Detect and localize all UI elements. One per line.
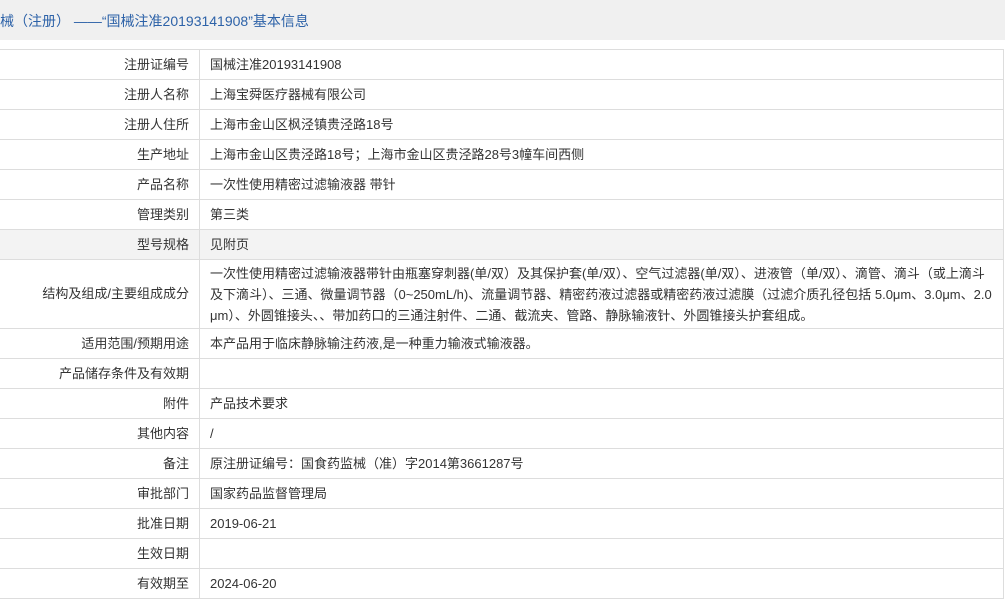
approval-department-label: 审批部门: [0, 479, 200, 508]
page-header: 械（注册） ——“国械注准20193141908”基本信息: [0, 0, 1005, 40]
row-approval-department: 审批部门 国家药品监督管理局: [0, 479, 1003, 509]
row-registration-number: 注册证编号 国械注准20193141908: [0, 50, 1003, 80]
row-storage-validity: 产品储存条件及有效期: [0, 359, 1003, 389]
row-management-category: 管理类别 第三类: [0, 200, 1003, 230]
management-category-value: 第三类: [210, 207, 250, 222]
registration-number-value: 国械注准20193141908: [210, 57, 342, 72]
intended-use-label: 适用范围/预期用途: [0, 329, 200, 358]
row-product-name: 产品名称 一次性使用精密过滤输液器 带针: [0, 170, 1003, 200]
registrant-name-label: 注册人名称: [0, 80, 200, 109]
registrant-name-value: 上海宝舜医疗器械有限公司: [210, 87, 367, 102]
page-title: 械（注册） ——“国械注准20193141908”基本信息: [0, 13, 309, 29]
other-content-label: 其他内容: [0, 419, 200, 448]
approval-date-value: 2019-06-21: [210, 516, 277, 531]
row-remarks: 备注 原注册证编号：国食药监械（准）字2014第3661287号: [0, 449, 1003, 479]
row-intended-use: 适用范围/预期用途 本产品用于临床静脉输注药液,是一种重力输液式输液器。: [0, 329, 1003, 359]
production-address-label: 生产地址: [0, 140, 200, 169]
row-registrant-address: 注册人住所 上海市金山区枫泾镇贵泾路18号: [0, 110, 1003, 140]
attachment-value: 产品技术要求: [210, 396, 289, 411]
row-effective-date: 生效日期: [0, 539, 1003, 569]
row-production-address: 生产地址 上海市金山区贵泾路18号；上海市金山区贵泾路28号3幢车间西侧: [0, 140, 1003, 170]
storage-validity-value: [200, 359, 1003, 388]
row-approval-date: 批准日期 2019-06-21: [0, 509, 1003, 539]
storage-validity-label: 产品储存条件及有效期: [0, 359, 200, 388]
approval-department-value: 国家药品监督管理局: [210, 486, 328, 501]
structure-composition-label: 结构及组成/主要组成成分: [0, 260, 200, 328]
intended-use-value: 本产品用于临床静脉输注药液,是一种重力输液式输液器。: [210, 336, 539, 351]
effective-date-label: 生效日期: [0, 539, 200, 568]
expiry-date-value: 2024-06-20: [210, 576, 277, 591]
row-registrant-name: 注册人名称 上海宝舜医疗器械有限公司: [0, 80, 1003, 110]
row-structure-composition: 结构及组成/主要组成成分 一次性使用精密过滤输液器带针由瓶塞穿刺器(单/双）及其…: [0, 260, 1003, 329]
model-spec-label: 型号规格: [0, 230, 200, 259]
expiry-date-label: 有效期至: [0, 569, 200, 598]
management-category-label: 管理类别: [0, 200, 200, 229]
approval-date-label: 批准日期: [0, 509, 200, 538]
row-other-content: 其他内容 /: [0, 419, 1003, 449]
other-content-value: /: [210, 426, 214, 441]
effective-date-value: [200, 539, 1003, 568]
row-attachment: 附件 产品技术要求: [0, 389, 1003, 419]
remarks-label: 备注: [0, 449, 200, 478]
row-expiry-date: 有效期至 2024-06-20: [0, 569, 1003, 599]
attachment-label: 附件: [0, 389, 200, 418]
registrant-address-label: 注册人住所: [0, 110, 200, 139]
registration-number-label: 注册证编号: [0, 50, 200, 79]
model-spec-value: 见附页: [210, 237, 250, 252]
remarks-value: 原注册证编号：国食药监械（准）字2014第3661287号: [210, 456, 524, 471]
structure-composition-value: 一次性使用精密过滤输液器带针由瓶塞穿刺器(单/双）及其保护套(单/双）、空气过滤…: [210, 266, 992, 323]
registrant-address-value: 上海市金山区枫泾镇贵泾路18号: [210, 117, 394, 132]
basic-info-table: 注册证编号 国械注准20193141908 注册人名称 上海宝舜医疗器械有限公司…: [0, 49, 1004, 599]
product-name-value: 一次性使用精密过滤输液器 带针: [210, 177, 396, 192]
production-address-value: 上海市金山区贵泾路18号；上海市金山区贵泾路28号3幢车间西侧: [210, 147, 585, 162]
row-model-spec: 型号规格 见附页: [0, 230, 1003, 260]
product-name-label: 产品名称: [0, 170, 200, 199]
